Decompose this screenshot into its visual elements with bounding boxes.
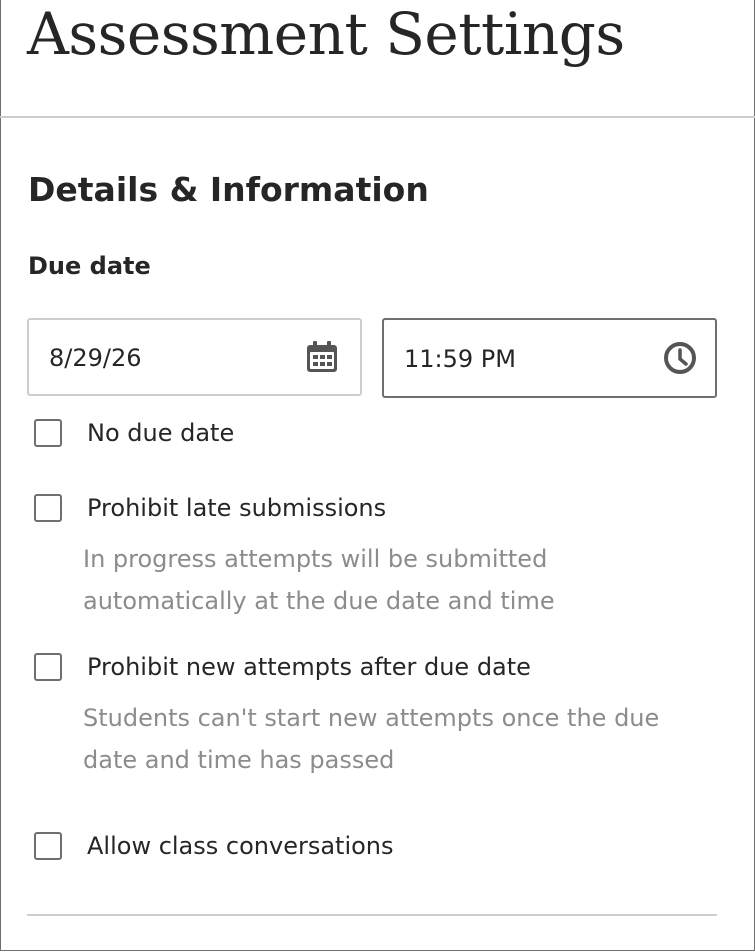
section-divider (27, 914, 717, 916)
due-date-label: Due date (28, 252, 151, 280)
prohibit-new-attempts-checkbox[interactable] (34, 653, 62, 681)
allow-class-conversations-label: Allow class conversations (87, 832, 394, 860)
prohibit-late-submissions-checkbox[interactable] (34, 494, 62, 522)
no-due-date-label: No due date (87, 419, 235, 447)
page-title: Assessment Settings (27, 0, 625, 68)
calendar-icon[interactable] (305, 340, 339, 378)
due-time-value: 11:59 PM (404, 345, 516, 373)
due-date-input[interactable]: 8/29/26 (27, 318, 362, 396)
due-time-input[interactable]: 11:59 PM (382, 318, 717, 398)
prohibit-new-attempts-help-line-2: date and time has passed (83, 746, 395, 774)
prohibit-late-submissions-label: Prohibit late submissions (87, 494, 387, 522)
section-title: Details & Information (28, 170, 429, 209)
settings-panel (0, 0, 755, 951)
header-divider (0, 116, 755, 118)
clock-icon[interactable] (662, 340, 698, 380)
prohibit-new-attempts-label: Prohibit new attempts after due date (87, 653, 531, 681)
no-due-date-checkbox[interactable] (34, 419, 62, 447)
allow-class-conversations-checkbox[interactable] (34, 832, 62, 860)
prohibit-late-submissions-help-line-1: In progress attempts will be submitted (83, 545, 548, 573)
prohibit-new-attempts-help-line-1: Students can't start new attempts once t… (83, 704, 660, 732)
due-date-value: 8/29/26 (49, 344, 142, 372)
prohibit-late-submissions-help-line-2: automatically at the due date and time (83, 587, 555, 615)
